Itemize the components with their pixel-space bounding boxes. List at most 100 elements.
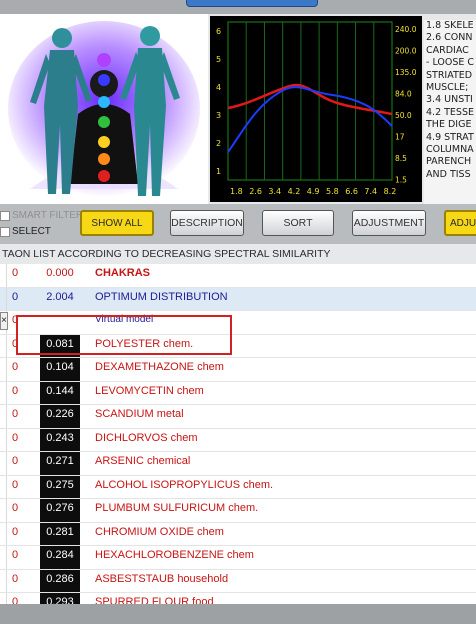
description-line: 4.2 TESSE — [426, 106, 474, 118]
row-marker — [0, 287, 7, 310]
description-line: THE DIGE — [426, 119, 472, 131]
list-row[interactable]: 0 2.004 OPTIMUM DISTRIBUTION — [0, 287, 476, 311]
adjust-button[interactable]: ADJU — [444, 210, 476, 236]
row-marker — [0, 522, 7, 545]
description-line: PARENCH — [426, 156, 472, 168]
row-value: 0.144 — [40, 381, 80, 404]
row-index: 0 — [12, 455, 19, 467]
list-row[interactable]: 0 0.276 PLUMBUM SULFURICUM chem. — [0, 499, 476, 523]
row-value: 0.286 — [40, 569, 80, 592]
row-marker — [0, 264, 7, 287]
select-label: SELECT — [12, 226, 51, 237]
row-marker — [0, 499, 7, 522]
smart-filter-checkbox[interactable]: SMART FILTER — [0, 210, 83, 221]
row-name: HEXACHLOROBENZENE chem — [95, 549, 254, 561]
row-value: 2.004 — [46, 290, 74, 303]
adjustment-button[interactable]: ADJUSTMENT — [352, 210, 426, 236]
row-name: CHROMIUM OXIDE chem — [95, 525, 224, 538]
left-tick-label: 2 — [216, 139, 221, 148]
row-name: CHAKRAS — [95, 267, 150, 279]
list-row[interactable]: 0 0.293 SPURRED FLOUR food — [0, 593, 476, 604]
row-name: DICHLORVOS chem — [95, 431, 198, 444]
description-line: CARDIAC — [426, 44, 469, 56]
list-row[interactable]: 0 0.000 CHAKRAS — [0, 264, 476, 288]
row-marker — [0, 428, 7, 451]
bottom-bar — [0, 604, 476, 624]
left-tick-label: 1 — [216, 167, 221, 176]
x-tick-label: 7.4 — [364, 187, 377, 196]
row-name: ARSENIC chemical — [95, 455, 191, 467]
row-value: 0.276 — [40, 499, 80, 522]
description-text-panel: 1.8 SKELE 2.6 CONN CARDIAC - LOOSE C STRIATE… — [424, 20, 476, 204]
left-tick-label: 3 — [216, 111, 221, 120]
show-all-button[interactable]: SHOW ALL — [80, 210, 154, 236]
row-index: 0 — [12, 431, 19, 444]
list-row[interactable]: 0 0.281 CHROMIUM OXIDE chem — [0, 522, 476, 546]
row-value: 0.000 — [46, 267, 74, 279]
x-tick-label: 6.6 — [345, 187, 358, 196]
row-index: 0 — [12, 478, 19, 491]
selection-highlight-box — [16, 315, 232, 355]
right-tick-label: 50.0 — [395, 111, 412, 120]
row-value: 0.243 — [40, 428, 80, 451]
row-index: 0 — [12, 267, 19, 279]
row-name: SCANDIUM metal — [95, 408, 184, 420]
row-marker — [0, 569, 7, 592]
description-line: MUSCLE; — [426, 82, 469, 94]
list-row[interactable]: 0 0.271 ARSENIC chemical — [0, 452, 476, 476]
x-tick-label: 5.8 — [326, 187, 339, 196]
close-icon[interactable]: × — [0, 312, 8, 330]
list-row[interactable]: 0 0.226 SCANDIUM metal — [0, 405, 476, 429]
row-name: LEVOMYCETIN chem — [95, 384, 204, 397]
description-line: 3.4 UNSTI — [426, 94, 473, 106]
list-row[interactable]: 0 0.286 ASBESTSTAUB household — [0, 569, 476, 593]
row-index: 0 — [12, 290, 19, 303]
row-value: 0.226 — [40, 405, 80, 428]
description-line: - LOOSE C — [426, 57, 475, 69]
x-tick-label: 4.2 — [288, 187, 301, 196]
checkbox-box[interactable] — [0, 226, 10, 237]
row-marker — [0, 405, 7, 428]
row-marker — [0, 593, 7, 604]
description-line: STRIATED — [426, 69, 473, 81]
x-tick-label: 2.6 — [249, 187, 262, 196]
list-row[interactable]: 0 0.144 LEVOMYCETIN chem — [0, 381, 476, 405]
description-button[interactable]: DESCRIPTION — [170, 210, 244, 236]
x-tick-label: 4.9 — [307, 187, 320, 196]
row-name: SPURRED FLOUR food — [95, 596, 214, 604]
list-row[interactable]: 0 0.284 HEXACHLOROBENZENE chem — [0, 546, 476, 570]
top-tab-button[interactable] — [186, 0, 318, 7]
select-checkbox[interactable]: SELECT — [0, 226, 51, 237]
checkbox-box[interactable] — [0, 210, 10, 221]
x-tick-label: 1.8 — [230, 187, 243, 196]
row-name: DEXAMETHAZONE chem — [95, 361, 224, 373]
row-marker — [0, 546, 7, 569]
list-row[interactable]: 0 0.104 DEXAMETHAZONE chem — [0, 358, 476, 382]
left-tick-label: 6 — [216, 27, 221, 36]
controls-bar: SMART FILTER SELECT SHOW ALL DESCRIPTION… — [0, 204, 476, 244]
spectrum-graph: 6 5 4 3 2 1 240.0 200.0 135.0 84.0 50.0 17 8.5 1.5 1… — [210, 16, 422, 202]
row-value: 0.281 — [40, 522, 80, 545]
row-index: 0 — [12, 596, 19, 604]
row-value: 0.284 — [40, 546, 80, 569]
row-index: 0 — [12, 384, 19, 397]
right-tick-label: 200.0 — [395, 47, 417, 56]
description-line: AND TISS — [426, 168, 471, 180]
sort-button[interactable]: SORT — [262, 210, 334, 236]
chakra-illustration — [0, 14, 208, 204]
row-marker — [0, 475, 7, 498]
smart-filter-label: SMART FILTER — [12, 210, 84, 221]
description-line: 4.9 STRAT — [426, 131, 474, 143]
row-index: 0 — [12, 525, 19, 538]
row-marker — [0, 452, 7, 475]
row-index: 0 — [12, 572, 19, 585]
list-heading: TAON LIST ACCORDING TO DECREASING SPECTR… — [0, 244, 476, 264]
list-row[interactable]: 0 0.275 ALCOHOL ISOPROPYLICUS chem. — [0, 475, 476, 499]
list-row[interactable]: 0 0.243 DICHLORVOS chem — [0, 428, 476, 452]
right-tick-label: 240.0 — [395, 25, 417, 34]
row-value: 0.275 — [40, 475, 80, 498]
x-tick-label: 8.2 — [384, 187, 397, 196]
row-index: 0 — [12, 361, 19, 373]
description-line: 2.6 CONN — [426, 32, 473, 44]
x-tick-label: 3.4 — [268, 187, 281, 196]
